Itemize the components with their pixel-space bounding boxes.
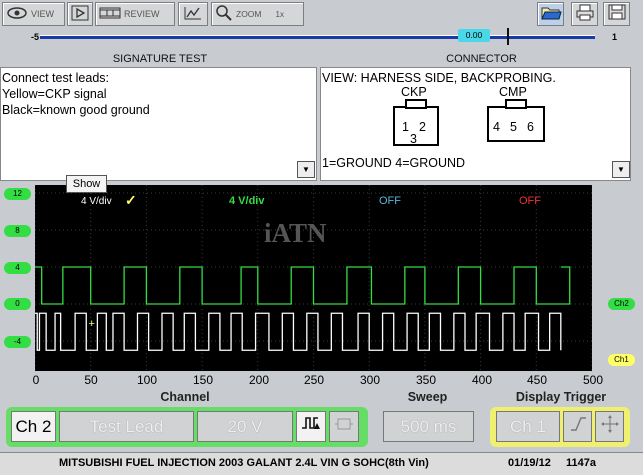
zoom-suffix: 1x [275,9,284,19]
level-label: 12 [4,188,31,200]
view-label: VIEW [31,9,55,19]
scope-app: { "toolbar": { "view_label": "VIEW", "re… [0,0,643,475]
signature-test-header: SIGNATURE TEST [112,53,208,65]
triangle-down-icon: ▼ [302,164,310,174]
scope-display[interactable]: + 4 V/div ✓ 4 V/div OFF OFF iATN [35,185,592,371]
ckp-pin-3: 3 [410,132,417,146]
timeline-marker[interactable]: 0.00 [458,29,490,42]
timeline-right-value: 1 [612,32,618,42]
x-tick-label: 250 [303,373,325,387]
play-button[interactable] [67,2,93,26]
film-icon [99,6,121,22]
level-label: 0 [4,298,31,310]
timeline-cursor[interactable] [507,28,509,45]
show-tooltip: Show [66,175,107,193]
signature-line: Yellow=CKP signal [2,87,107,101]
level-label: -4 [4,336,31,348]
graph-button[interactable] [178,2,208,26]
signature-line: Connect test leads: [2,71,110,85]
level-label: 4 [4,262,31,274]
zoom-label: ZOOM [236,9,262,19]
graph-icon [183,5,203,23]
rising-edge-icon [568,414,588,439]
eye-icon [6,6,28,22]
x-tick-label: 0 [32,373,40,387]
waveform-invert-icon [300,414,322,439]
trigger-point-marker: + [88,318,94,330]
sweep-button[interactable]: 500 ms [383,411,474,442]
trigger-slope-button[interactable] [563,411,592,442]
connector-panel: VIEW: HARNESS SIDE, BACKPROBING. CKP CMP… [320,67,631,181]
cmp-pin-6: 6 [527,120,534,134]
ch1-ground-marker[interactable]: Ch1 [608,354,635,366]
sweep-section-label: Sweep [407,390,448,404]
vehicle-info: MITSUBISHI FUEL INJECTION 2003 GALANT 2.… [59,457,429,469]
x-tick-label: 450 [526,373,548,387]
play-icon [71,5,89,23]
cmp-pin-5: 5 [510,120,517,134]
trigger-position-button[interactable] [595,411,624,442]
signature-test-panel: Connect test leads: Yellow=CKP signal Bl… [0,67,317,181]
trigger-section-label: Display Trigger [515,390,607,404]
invert-button[interactable] [296,411,326,442]
zoom-button[interactable]: ZOOM 1x [211,2,304,26]
ch1-checkmark-icon: ✓ [125,192,137,208]
ch2-ground-marker[interactable]: Ch2 [608,298,635,310]
status-time: 1147a [566,457,596,469]
connector-scroll-down-button[interactable]: ▼ [612,161,630,178]
cmp-pin-4: 4 [493,120,500,134]
magnifier-icon [215,4,233,24]
trigger-channel-button[interactable]: Ch 1 [496,411,560,442]
x-tick-label: 100 [136,373,158,387]
ch1-scale-label: 4 V/div [81,196,112,207]
x-tick-label: 50 [84,373,98,387]
channel-section-label: Channel [160,390,210,404]
x-tick-label: 200 [248,373,270,387]
probe-settings-button[interactable] [329,411,359,442]
save-icon [607,3,627,26]
crosshair-icon [600,414,620,439]
ckp-pin-2: 2 [419,120,426,134]
iatn-watermark: iATN [264,218,327,248]
timeline-left-value: -5 [31,32,40,42]
ch3-state-label: OFF [379,195,401,207]
ch2-scale-label: 4 V/div [229,195,265,207]
open-folder-button[interactable] [537,2,564,26]
waveform-ch1 [35,312,562,351]
ch4-state-label: OFF [519,195,541,207]
folder-icon [540,3,562,26]
channel-select-button[interactable]: Ch 2 [11,411,56,442]
connector-view-text: VIEW: HARNESS SIDE, BACKPROBING. [322,71,556,85]
view-button[interactable]: VIEW [2,2,65,26]
cmp-label: CMP [499,85,527,99]
status-date: 01/19/12 [508,457,551,469]
connector-footer: 1=GROUND 4=GROUND [322,156,466,170]
volts-per-div-button[interactable]: 20 V [197,411,293,442]
signature-line: Black=known good ground [2,103,150,117]
connector-header: CONNECTOR [446,53,517,65]
print-button[interactable] [571,2,598,26]
printer-icon [575,3,595,26]
x-tick-label: 500 [582,373,604,387]
ckp-pin-1: 1 [402,120,409,134]
review-label: REVIEW [124,9,160,19]
save-button[interactable] [603,2,630,26]
triangle-down-icon: ▼ [617,164,625,174]
review-button[interactable]: REVIEW [95,2,175,26]
x-tick-label: 400 [471,373,493,387]
status-bar: MITSUBISHI FUEL INJECTION 2003 GALANT 2.… [0,452,643,475]
x-tick-label: 150 [192,373,214,387]
probe-icon [333,414,355,439]
waveform-ch2 [35,266,571,305]
timeline-slider[interactable]: -5 0.00 1 [0,28,643,46]
x-tick-label: 350 [415,373,437,387]
x-tick-label: 300 [359,373,381,387]
ckp-label: CKP [401,85,427,99]
timeline-track[interactable] [40,35,595,39]
scope-waveform-canvas: + [35,185,592,371]
signature-scroll-down-button[interactable]: ▼ [297,161,315,178]
level-label: 8 [4,225,31,237]
test-lead-button[interactable]: Test Lead [59,411,194,442]
